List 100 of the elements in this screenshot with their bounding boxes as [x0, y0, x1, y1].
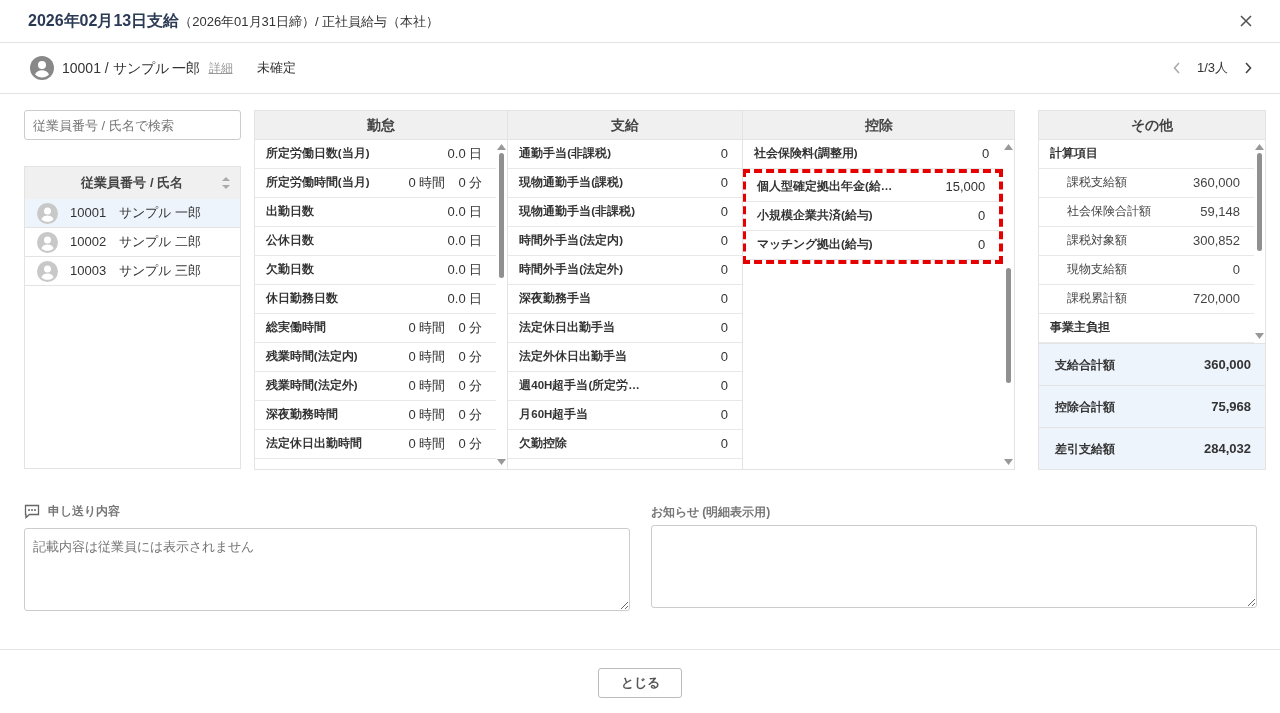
- scroll-up-icon[interactable]: [1004, 143, 1014, 150]
- item-label: 出勤日数: [265, 204, 314, 220]
- item-value: 0: [982, 145, 990, 164]
- item-label: 現物通勤手当(課税): [519, 174, 623, 191]
- total-label: 差引支給額: [1055, 440, 1116, 458]
- item-label: 社会保険料(調整用): [753, 145, 858, 162]
- item-value: 0.0 日: [447, 145, 483, 164]
- item-label: 現物支給額: [1067, 262, 1128, 278]
- item-label: 残業時間(法定外): [265, 377, 358, 394]
- item-label: 個人型確定拠出年金(給…: [756, 178, 893, 195]
- item-value: 0: [720, 203, 728, 222]
- panel-header: 勤怠: [254, 111, 508, 140]
- item-value: 0: [720, 145, 728, 164]
- field-label: お知らせ (明細表示用): [651, 505, 771, 519]
- item-value: 360,000: [1193, 174, 1240, 193]
- dialog-title: 2026年02月13日支給: [28, 11, 180, 31]
- close-icon[interactable]: [1240, 15, 1252, 27]
- item-value: 0 時間 0 分: [408, 377, 483, 396]
- employee-name: 10001 / サンプル 一郎: [62, 58, 201, 78]
- item-value: 0 時間 0 分: [408, 319, 483, 338]
- employee-row[interactable]: 10002 サンプル 二郎: [25, 228, 240, 257]
- section-label: 計算項目: [1050, 145, 1099, 162]
- item-label: 課税支給額: [1067, 175, 1128, 191]
- total-value: 284,032: [1204, 439, 1251, 458]
- item-value: 0: [720, 406, 728, 425]
- scroll-down-icon[interactable]: [1004, 459, 1014, 466]
- previous-icon[interactable]: [1172, 62, 1181, 74]
- scroll-up-icon[interactable]: [497, 143, 507, 150]
- item-value: 720,000: [1193, 290, 1240, 309]
- total-label: 支給合計額: [1055, 356, 1116, 374]
- item-value: 59,148: [1200, 203, 1240, 222]
- item-label: 所定労働日数(当月): [265, 145, 370, 162]
- scrollbar-thumb[interactable]: [1257, 153, 1262, 251]
- item-value: 0: [978, 207, 986, 226]
- comment-icon: [24, 503, 40, 519]
- panel-header: 支給: [508, 111, 742, 140]
- dialog-subtitle: （2026年01月31日締）/ 正社員給与（本社）: [179, 13, 440, 31]
- item-value: 0: [720, 435, 728, 454]
- item-label: 深夜勤務時間: [265, 406, 338, 423]
- item-value: 0: [720, 174, 728, 193]
- item-value: 0: [978, 236, 986, 255]
- total-label: 控除合計額: [1055, 398, 1116, 416]
- person-icon: [30, 56, 54, 80]
- item-value: 0.0 日: [447, 203, 483, 222]
- item-value: 0: [720, 348, 728, 367]
- person-icon: [37, 202, 58, 224]
- item-label: 休日勤務日数: [265, 291, 338, 307]
- item-label: 欠勤日数: [265, 262, 314, 278]
- section-label: 事業主負担: [1050, 319, 1111, 336]
- scroll-down-icon[interactable]: [1255, 333, 1264, 340]
- item-label: 総実働時間: [265, 319, 326, 336]
- panel-header: その他: [1039, 111, 1265, 140]
- item-value: 0.0 日: [447, 232, 483, 251]
- item-label: 現物通勤手当(非課税): [519, 203, 635, 220]
- scrollbar-thumb[interactable]: [499, 153, 505, 278]
- employee-row[interactable]: 10003 サンプル 三郎: [25, 257, 240, 286]
- item-value: 0 時間 0 分: [408, 174, 483, 193]
- item-label: 小規模企業共済(給与): [756, 207, 873, 224]
- memo-field[interactable]: 記載内容は従業員には表示されません: [24, 528, 630, 611]
- item-label: 法定休日出勤手当: [519, 319, 616, 336]
- item-value: 0 時間 0 分: [408, 348, 483, 367]
- item-label: 時間外手当(法定外): [519, 261, 623, 278]
- next-icon[interactable]: [1244, 62, 1252, 74]
- sort-icon[interactable]: [220, 175, 231, 191]
- item-label: 法定外休日出勤手当: [519, 348, 628, 365]
- item-label: 時間外手当(法定内): [519, 232, 623, 249]
- item-label: 通勤手当(非課税): [519, 145, 611, 162]
- scroll-down-icon[interactable]: [497, 459, 507, 466]
- item-label: マッチング拠出(給与): [756, 237, 873, 253]
- item-value: 0: [720, 377, 728, 396]
- item-label: 社会保険合計額: [1067, 204, 1152, 220]
- item-label: 欠勤控除: [519, 436, 568, 452]
- item-label: 週40H超手当(所定労…: [519, 377, 640, 394]
- item-value: 0 時間 0 分: [408, 435, 483, 454]
- item-value: 0: [720, 319, 728, 338]
- item-value: 0.0 日: [447, 290, 483, 309]
- employee-row[interactable]: 10001 サンプル 一郎: [25, 199, 240, 228]
- item-value: 0: [720, 232, 728, 251]
- item-label: 所定労働時間(当月): [265, 174, 370, 191]
- item-label: 課税累計額: [1067, 291, 1128, 307]
- field-label: 申し送り内容: [48, 503, 120, 520]
- item-value: 15,000: [945, 178, 986, 197]
- status-text: 未確定: [256, 59, 296, 78]
- item-label: 課税対象額: [1067, 233, 1128, 249]
- page-indicator: 1/3人: [1196, 59, 1228, 78]
- total-value: 360,000: [1204, 355, 1251, 374]
- total-value: 75,968: [1211, 397, 1251, 416]
- item-value: 0 時間 0 分: [408, 406, 483, 425]
- close-button[interactable]: とじる: [598, 668, 682, 698]
- item-value: 300,852: [1193, 232, 1240, 251]
- item-value: 0: [1232, 261, 1240, 280]
- search-field[interactable]: 従業員番号 / 氏名で検索: [24, 110, 241, 140]
- panel-header: 控除: [742, 111, 1015, 140]
- scroll-up-icon[interactable]: [1255, 143, 1264, 150]
- item-label: 深夜勤務手当: [519, 290, 592, 307]
- scrollbar-thumb[interactable]: [1006, 268, 1012, 383]
- notice-field[interactable]: [651, 525, 1257, 608]
- item-value: 0: [720, 290, 728, 309]
- item-label: 法定休日出勤時間: [265, 435, 362, 452]
- person-icon: [37, 231, 58, 253]
